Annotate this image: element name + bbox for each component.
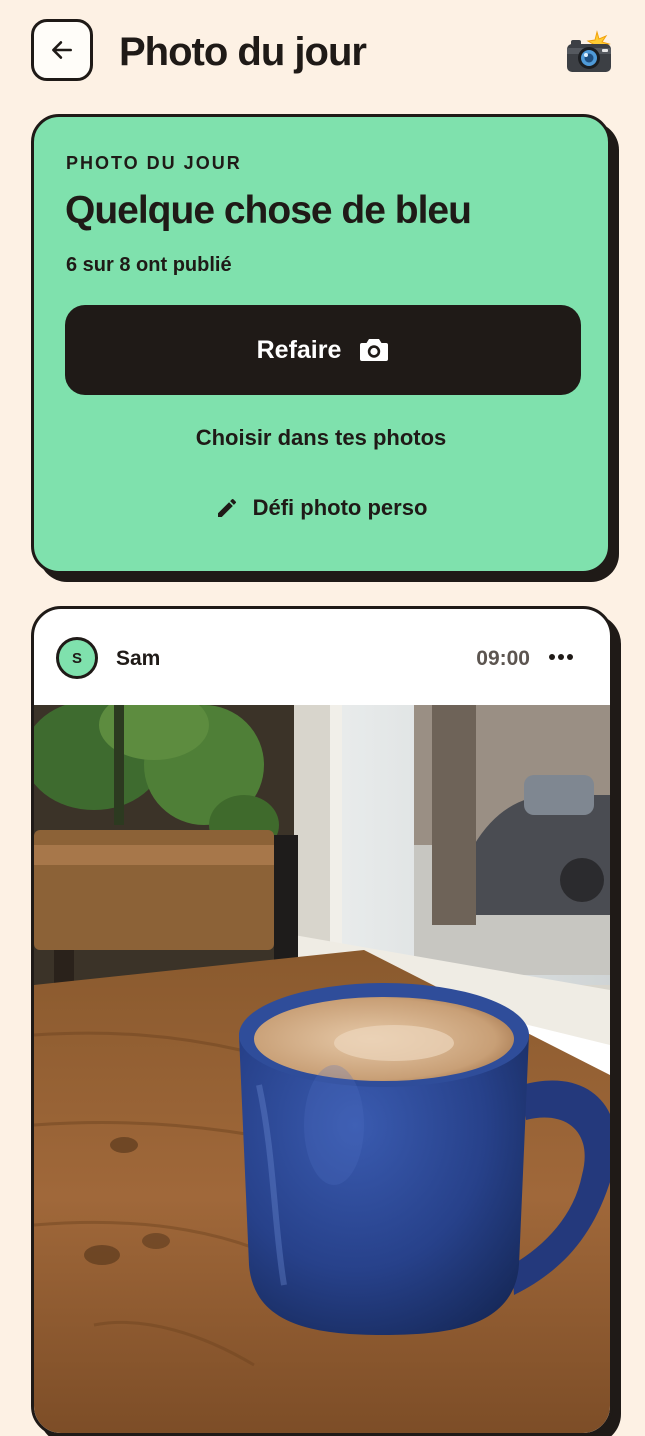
prompt-eyebrow: PHOTO DU JOUR — [66, 153, 242, 173]
daily-prompt-card: PHOTO DU JOUR Quelque chose de bleu 6 su… — [31, 114, 611, 574]
custom-challenge-label: Défi photo perso — [252, 495, 428, 520]
more-horizontal-icon — [549, 654, 573, 660]
camera-with-flash-icon — [567, 30, 611, 72]
author-name[interactable]: Sam — [116, 647, 160, 671]
posted-count: 6 sur 8 ont publié — [66, 254, 232, 276]
prompt-title: Quelque chose de bleu — [65, 189, 472, 232]
top-bar: Photo du jour — [0, 0, 645, 104]
page-title: Photo du jour — [119, 30, 367, 74]
choose-from-photos-link[interactable]: Choisir dans tes photos — [34, 425, 608, 451]
custom-challenge-link[interactable]: Défi photo perso — [34, 495, 608, 521]
more-options-button[interactable] — [546, 643, 576, 671]
camera-icon — [360, 339, 389, 361]
post-time: 09:00 — [476, 647, 530, 670]
back-button[interactable] — [31, 19, 93, 81]
avatar[interactable]: S — [56, 637, 98, 679]
retake-label: Refaire — [256, 335, 342, 364]
post-header: S Sam 09:00 — [34, 609, 610, 705]
pencil-icon — [217, 498, 236, 517]
blue-coffee-mug-photo[interactable] — [34, 705, 610, 1436]
arrow-left-icon — [52, 41, 72, 59]
post-card: S Sam 09:00 — [31, 606, 613, 1436]
retake-button[interactable]: Refaire — [65, 305, 581, 395]
